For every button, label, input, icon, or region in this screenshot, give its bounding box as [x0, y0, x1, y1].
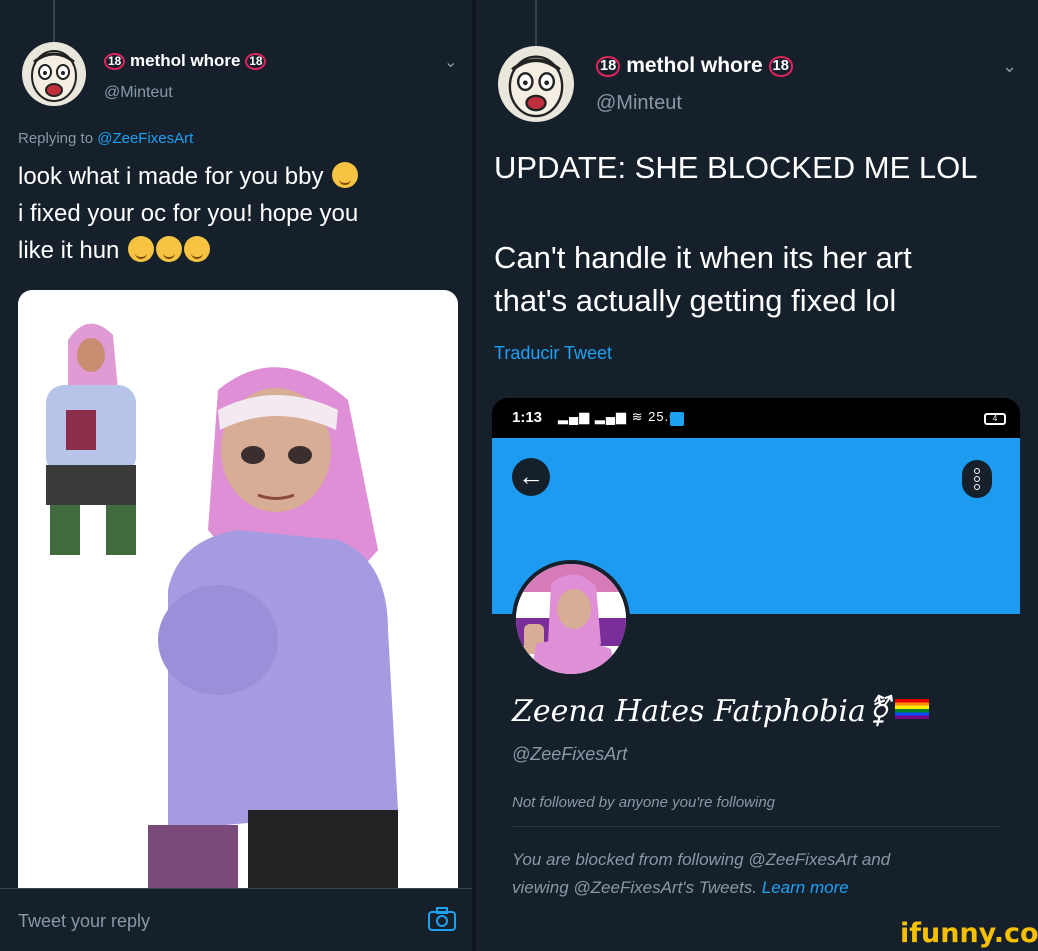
transgender-symbol: ⚧ [865, 694, 892, 729]
more-options-icon[interactable] [962, 460, 992, 498]
tweet-image[interactable] [18, 290, 458, 890]
kiss-emoji-icon [128, 236, 155, 262]
reply-composer[interactable]: Tweet your reply [0, 888, 472, 951]
phone-screenshot: 1:13 ▂▄▆ ▂▄▆ ≋ 25.0 4 ← Zeena Hates Fatp… [492, 398, 1020, 924]
translate-tweet-link[interactable]: Traducir Tweet [494, 343, 612, 364]
author-name-text: methol whore [626, 54, 763, 77]
avatar[interactable] [498, 46, 574, 122]
profile-name: Zeena Hates Fatphobia⚧ [512, 694, 930, 729]
camera-icon[interactable] [428, 907, 456, 931]
tweet-body: look what i made for you bby i fixed you… [18, 158, 438, 269]
followed-by-note: Not followed by anyone you're following [512, 794, 776, 811]
chevron-down-icon[interactable]: ⌄ [444, 52, 457, 72]
reply-input[interactable]: Tweet your reply [18, 911, 150, 932]
author-handle[interactable]: @Minteut [596, 92, 682, 115]
thread-line [535, 0, 537, 46]
author-name[interactable]: 18 methol whore 18 [104, 51, 267, 71]
avatar[interactable] [22, 42, 86, 106]
blocked-notice: You are blocked from following @ZeeFixes… [512, 846, 1000, 902]
ifunny-watermark: ifunny.co [900, 918, 1038, 949]
left-tweet-panel: 18 methol whore 18 @Minteut ⌄ Replying t… [0, 0, 472, 951]
back-arrow-icon[interactable]: ← [512, 458, 550, 496]
signal-wifi-icon: ▂▄▆ ▂▄▆ ≋ 25.0 [558, 409, 678, 424]
status-bar: 1:13 ▂▄▆ ▂▄▆ ≋ 25.0 4 [492, 398, 1020, 438]
avatar-face-icon [31, 50, 77, 102]
tweet-body-line-3: that's actually getting fixed lol [494, 283, 897, 318]
battery-icon: 4 [984, 413, 1006, 425]
profile-name-text: Zeena Hates Fatphobia [512, 694, 866, 729]
tweet-body-line-2: i fixed your oc for you! hope you [18, 200, 359, 227]
rainbow-flag-icon [895, 699, 930, 719]
age-badge-left: 18 [104, 52, 126, 71]
avatar-face-icon [508, 55, 564, 118]
smile-emoji-icon [184, 236, 211, 262]
hijab-character-artwork [46, 323, 398, 890]
tweet-body-line-2: Can't handle it when its her art [494, 240, 912, 275]
blocked-line-1: You are blocked from following @ZeeFixes… [512, 850, 891, 869]
twitter-notification-icon [670, 412, 684, 426]
tweet-body-line-1: UPDATE: SHE BLOCKED ME LOL [494, 150, 978, 185]
blocked-line-2: viewing @ZeeFixesArt's Tweets. [512, 878, 758, 897]
replying-to-prefix: Replying to [18, 130, 94, 147]
replying-to-mention[interactable]: @ZeeFixesArt [97, 130, 193, 147]
author-name[interactable]: 18 methol whore 18 [596, 54, 793, 78]
age-badge-left: 18 [596, 56, 621, 77]
status-time: 1:13 [512, 409, 543, 426]
right-tweet-panel: 18 methol whore 18 @Minteut ⌄ UPDATE: SH… [476, 0, 1038, 951]
profile-handle: @ZeeFixesArt [512, 744, 628, 764]
chevron-down-icon[interactable]: ⌄ [1002, 56, 1017, 77]
profile-avatar[interactable] [512, 560, 630, 678]
tweet-body-line-1: look what i made for you bby [18, 163, 324, 190]
kiss-emoji-icon [156, 236, 183, 262]
author-handle[interactable]: @Minteut [104, 84, 173, 102]
age-badge-right: 18 [245, 52, 267, 71]
divider [512, 826, 1000, 827]
smiling-hearts-emoji-icon [332, 162, 359, 188]
learn-more-link[interactable]: Learn more [762, 878, 849, 897]
author-name-text: methol whore [129, 51, 241, 70]
profile-avatar-art [516, 564, 626, 674]
tweet-body-line-3: like it hun [18, 237, 120, 264]
thread-line [53, 0, 55, 42]
replying-to: Replying to @ZeeFixesArt [18, 130, 193, 147]
tweet-body: Can't handle it when its her art that's … [494, 236, 1014, 322]
age-badge-right: 18 [768, 56, 793, 77]
